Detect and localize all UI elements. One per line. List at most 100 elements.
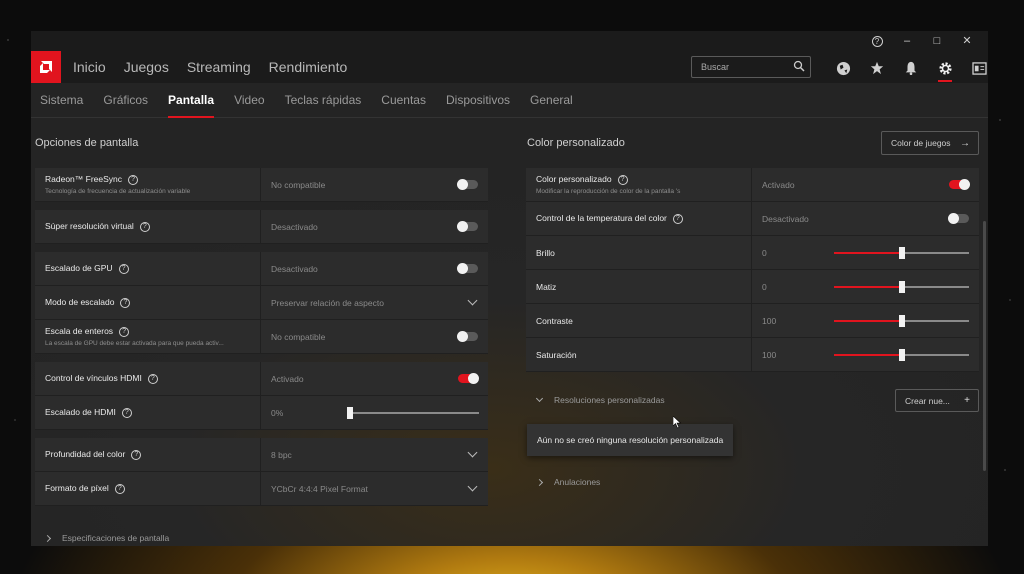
hdmi-scaling-label: Escalado de HDMI bbox=[45, 407, 116, 418]
star-icon[interactable] bbox=[860, 57, 894, 79]
app-window: ? – □ ✕ Inicio Juegos Streaming Rendimie… bbox=[31, 31, 988, 546]
freesync-row: Radeon™ FreeSync? Tecnología de frecuenci… bbox=[35, 168, 488, 202]
scaling-mode-row[interactable]: Modo de escalado? Preservar relación de … bbox=[35, 286, 488, 320]
saturation-label: Saturación bbox=[536, 349, 577, 360]
hdmi-link-label: Control de vínculos HDMI bbox=[45, 373, 142, 384]
custom-resolutions-expander[interactable]: Resoluciones personalizadas bbox=[535, 394, 665, 405]
amd-logo[interactable] bbox=[31, 51, 61, 83]
tab-cuentas[interactable]: Cuentas bbox=[381, 83, 426, 118]
layout-icon[interactable] bbox=[962, 57, 988, 79]
custom-color-label: Color personalizado bbox=[536, 174, 612, 185]
main-nav: Inicio Juegos Streaming Rendimiento Busc… bbox=[31, 51, 988, 83]
slider-thumb[interactable] bbox=[899, 315, 905, 327]
help-icon[interactable]: ? bbox=[114, 483, 125, 494]
freesync-label: Radeon™ FreeSync bbox=[45, 174, 123, 185]
title-bar: ? – □ ✕ bbox=[31, 31, 988, 51]
no-resolution-message: Aún no se creó ninguna resolución person… bbox=[527, 424, 734, 456]
slider-thumb[interactable] bbox=[899, 349, 905, 361]
color-temp-label: Control de la temperatura del color bbox=[536, 213, 667, 224]
color-depth-select[interactable]: 8 bpc bbox=[261, 450, 488, 460]
freesync-desc: Tecnología de frecuencia de actualizació… bbox=[45, 187, 191, 195]
help-icon[interactable]: ? bbox=[617, 174, 628, 185]
hdmi-scaling-row: Escalado de HDMI? 0% bbox=[35, 396, 488, 430]
globe-icon[interactable] bbox=[826, 57, 860, 79]
color-temp-toggle[interactable] bbox=[948, 213, 969, 224]
custom-color-value: Activado bbox=[762, 179, 795, 190]
tab-graficos[interactable]: Gráficos bbox=[103, 83, 148, 118]
help-icon[interactable]: ? bbox=[131, 449, 142, 460]
arrow-right-icon: → bbox=[960, 137, 970, 149]
tab-sistema[interactable]: Sistema bbox=[40, 83, 83, 118]
help-icon[interactable]: ? bbox=[118, 263, 129, 274]
pixel-format-label: Formato de píxel bbox=[45, 483, 109, 494]
color-depth-label: Profundidad del color bbox=[45, 449, 126, 460]
custom-color-row: Color personalizado? Modificar la reprodu… bbox=[526, 168, 979, 202]
minimize-button[interactable]: – bbox=[892, 31, 922, 51]
vsr-toggle[interactable] bbox=[457, 221, 478, 232]
freesync-toggle[interactable] bbox=[457, 179, 478, 190]
hdmi-link-row: Control de vínculos HDMI? Activado bbox=[35, 362, 488, 396]
help-icon[interactable]: ? bbox=[128, 174, 139, 185]
overrides-expander[interactable]: Anulaciones bbox=[535, 477, 600, 487]
hue-slider[interactable] bbox=[834, 281, 969, 293]
tab-teclas-rapidas[interactable]: Teclas rápidas bbox=[285, 83, 362, 118]
hdmi-link-toggle[interactable] bbox=[458, 373, 479, 384]
vsr-row: Súper resolución virtual? Desactivado bbox=[35, 210, 488, 244]
help-icon[interactable]: ? bbox=[139, 221, 150, 232]
integer-scaling-label: Escala de enteros bbox=[45, 326, 114, 337]
close-button[interactable]: ✕ bbox=[952, 31, 982, 51]
help-icon[interactable]: ? bbox=[119, 326, 130, 337]
custom-resolutions-label: Resoluciones personalizadas bbox=[554, 395, 665, 405]
scaling-mode-select[interactable]: Preservar relación de aspecto bbox=[261, 298, 488, 308]
tab-video[interactable]: Video bbox=[234, 83, 264, 118]
game-color-button[interactable]: Color de juegos → bbox=[881, 131, 979, 155]
tab-dispositivos[interactable]: Dispositivos bbox=[446, 83, 510, 118]
mouse-cursor-icon bbox=[673, 416, 682, 429]
search-icon bbox=[793, 60, 805, 72]
nav-juegos[interactable]: Juegos bbox=[124, 59, 169, 75]
create-new-button[interactable]: Crear nue... + bbox=[895, 389, 979, 412]
slider-thumb[interactable] bbox=[347, 407, 353, 419]
help-icon[interactable]: ? bbox=[672, 213, 683, 224]
color-temp-row: Control de la temperatura del color? Des… bbox=[526, 202, 979, 236]
help-icon[interactable]: ? bbox=[147, 373, 158, 384]
chevron-right-icon bbox=[43, 534, 52, 542]
bell-icon[interactable] bbox=[894, 57, 928, 79]
pixel-format-select[interactable]: YCbCr 4:4:4 Pixel Format bbox=[261, 484, 488, 494]
display-specs-expander[interactable]: Especificaciones de pantalla bbox=[43, 533, 169, 543]
slider-thumb[interactable] bbox=[899, 247, 905, 259]
help-button[interactable]: ? bbox=[862, 31, 892, 51]
scrollbar[interactable] bbox=[983, 221, 986, 471]
gpu-scaling-toggle[interactable] bbox=[457, 263, 478, 274]
integer-scaling-value: No compatible bbox=[271, 331, 326, 342]
custom-color-desc: Modificar la reproducción de color de la… bbox=[536, 187, 681, 195]
tab-general[interactable]: General bbox=[530, 83, 573, 118]
saturation-slider[interactable] bbox=[834, 349, 969, 361]
nav-inicio[interactable]: Inicio bbox=[73, 59, 106, 75]
hdmi-scaling-slider[interactable] bbox=[347, 407, 479, 419]
help-icon[interactable]: ? bbox=[120, 297, 131, 308]
vsr-value: Desactivado bbox=[271, 221, 318, 232]
integer-scaling-toggle[interactable] bbox=[457, 331, 478, 342]
saturation-row: Saturación 100 bbox=[526, 338, 979, 372]
search-input[interactable]: Buscar bbox=[691, 56, 811, 78]
integer-scaling-row: Escala de enteros? La escala de GPU debe … bbox=[35, 320, 488, 354]
brightness-label: Brillo bbox=[536, 247, 555, 258]
color-depth-row[interactable]: Profundidad del color? 8 bpc bbox=[35, 438, 488, 472]
pixel-format-row[interactable]: Formato de píxel? YCbCr 4:4:4 Pixel Form… bbox=[35, 472, 488, 506]
plus-icon: + bbox=[964, 395, 970, 406]
custom-color-toggle[interactable] bbox=[949, 179, 970, 190]
contrast-slider[interactable] bbox=[834, 315, 969, 327]
help-icon[interactable]: ? bbox=[121, 407, 132, 418]
color-temp-value: Desactivado bbox=[762, 213, 809, 224]
nav-rendimiento[interactable]: Rendimiento bbox=[269, 59, 348, 75]
gear-icon[interactable] bbox=[928, 57, 962, 82]
maximize-button[interactable]: □ bbox=[922, 31, 952, 51]
tab-pantalla[interactable]: Pantalla bbox=[168, 83, 215, 118]
slider-thumb[interactable] bbox=[899, 281, 905, 293]
nav-streaming[interactable]: Streaming bbox=[187, 59, 251, 75]
contrast-row: Contraste 100 bbox=[526, 304, 979, 338]
freesync-value: No compatible bbox=[271, 179, 326, 190]
brightness-slider[interactable] bbox=[834, 247, 969, 259]
brightness-row: Brillo 0 bbox=[526, 236, 979, 270]
